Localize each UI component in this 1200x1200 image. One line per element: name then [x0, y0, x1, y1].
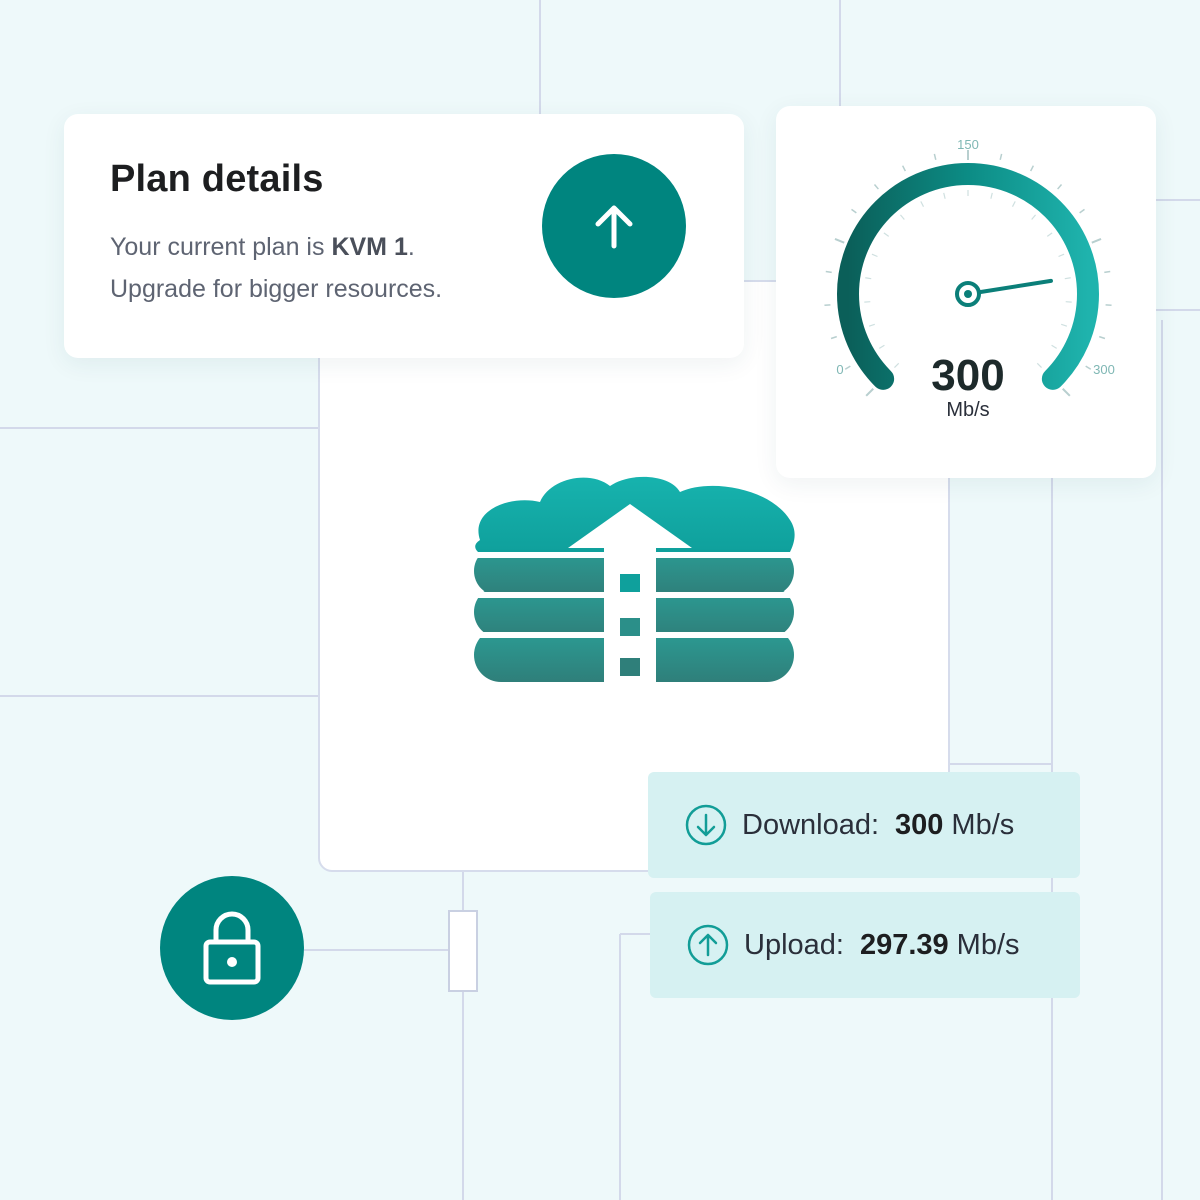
gauge-inner-tick: [1046, 232, 1053, 237]
plan-text-prefix: Your current plan is: [110, 233, 332, 261]
upgrade-button[interactable]: [542, 154, 686, 298]
gauge-inner-tick: [1036, 362, 1042, 368]
cloud-database-icon: [470, 476, 800, 690]
plan-upgrade-text: Upgrade for bigger resources.: [110, 275, 443, 303]
gauge-tick-min: 0: [836, 362, 843, 377]
gauge-inner-tick: [990, 192, 993, 199]
gauge-inner-tick: [868, 323, 875, 327]
gauge-inner-tick: [1051, 344, 1057, 349]
gauge-value: 300: [931, 351, 1004, 400]
plan-name: KVM 1: [331, 233, 408, 261]
plan-title: Plan details: [110, 158, 324, 200]
arrow-up-icon: [595, 205, 633, 249]
gauge-hub-dot: [964, 290, 972, 298]
gauge-tick: [1062, 388, 1071, 397]
gauge-tick: [830, 335, 837, 340]
gauge-tick-mid: 150: [957, 137, 979, 152]
gauge-inner-tick: [894, 362, 900, 368]
lock-icon: [203, 911, 261, 985]
download-label: Download:: [742, 808, 880, 841]
gauge-inner-tick: [920, 201, 925, 207]
gauge-inner-tick: [879, 344, 885, 349]
gauge-tick: [1085, 365, 1092, 370]
gauge-tick: [1104, 270, 1111, 274]
gauge-tick: [999, 153, 1003, 160]
download-value: 300: [895, 808, 944, 841]
gauge-inner-tick: [1061, 323, 1068, 327]
gauge-tick: [1029, 165, 1035, 172]
gauge-inner-tick: [865, 277, 872, 280]
download-speed-row: Download: 300 Mb/s: [648, 772, 1080, 878]
gauge-tick: [844, 365, 851, 370]
gauge-tick: [1099, 335, 1106, 340]
gauge-tick: [1079, 208, 1085, 214]
gauge-tick: [825, 270, 832, 274]
gauge-inner-tick: [883, 232, 890, 237]
gauge-tick: [1057, 184, 1063, 190]
speed-gauge: 0 150 300 300 Mb/s: [824, 137, 1115, 421]
plan-text-suffix: .: [407, 233, 415, 261]
gauge-tick: [933, 153, 937, 160]
upload-value: 297.39: [859, 928, 949, 961]
gauge-unit: Mb/s: [946, 399, 989, 421]
arrow-up-circle-icon: [687, 924, 729, 966]
gauge-tick: [901, 165, 907, 172]
plan-description: Your current plan is KVM 1. Upgrade for b…: [110, 226, 442, 310]
download-unit: Mb/s: [951, 808, 1015, 841]
gauge-tick: [873, 184, 879, 190]
gauge-tick: [851, 208, 857, 214]
gauge-tick: [1091, 237, 1102, 244]
gauge-tick-max: 300: [1093, 362, 1115, 377]
upload-unit: Mb/s: [956, 928, 1020, 961]
gauge-inner-tick: [900, 214, 905, 220]
gauge-inner-tick: [871, 253, 878, 258]
gauge-tick: [834, 237, 845, 244]
arrow-down-circle-icon: [685, 804, 727, 846]
speed-gauge-card: 0 150 300 300 Mb/s: [776, 106, 1156, 478]
gauge-inner-tick: [943, 192, 946, 199]
gauge-arc: [837, 163, 1099, 390]
gauge-inner-tick: [1058, 253, 1065, 258]
gauge-inner-tick: [1031, 214, 1036, 220]
upload-speed-row: Upload: 297.39 Mb/s: [650, 892, 1080, 998]
lock-button[interactable]: [160, 876, 304, 1020]
upload-label: Upload:: [744, 928, 844, 961]
gauge-inner-tick: [1064, 277, 1071, 280]
gauge-inner-tick: [1011, 201, 1016, 207]
plan-details-card: Plan details Your current plan is KVM 1.…: [64, 114, 744, 358]
connector-block: [448, 910, 478, 992]
gauge-tick: [865, 388, 874, 397]
